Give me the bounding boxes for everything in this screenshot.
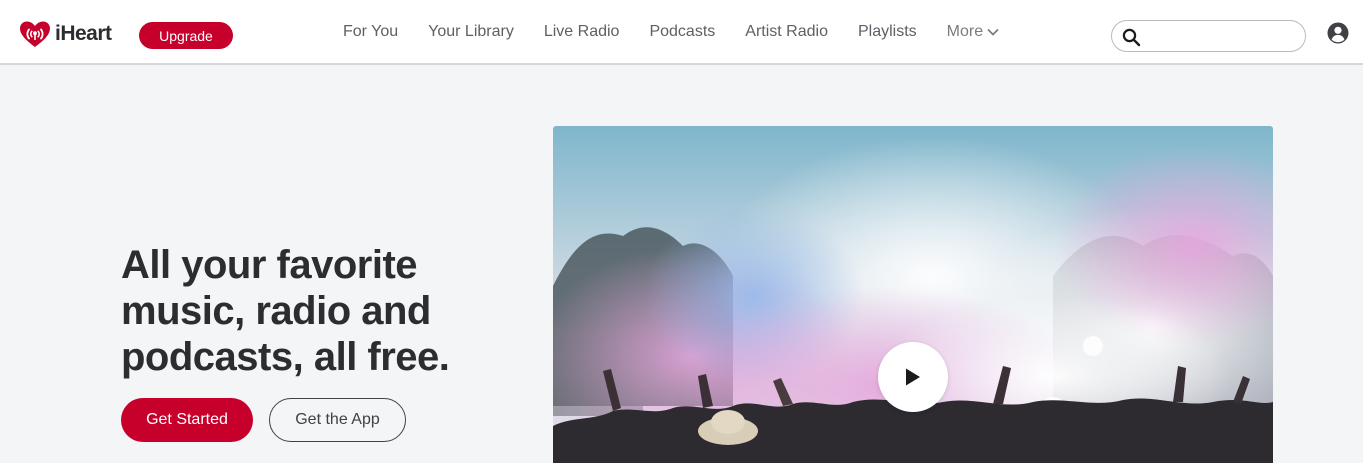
play-icon (906, 368, 920, 386)
nav-more-menu[interactable]: More (947, 20, 999, 44)
hero-video[interactable] (553, 126, 1273, 463)
iheart-logo[interactable]: iHeart (18, 20, 112, 48)
nav-item-for-you[interactable]: For You (343, 20, 398, 44)
search-box[interactable] (1111, 20, 1306, 52)
nav-item-podcasts[interactable]: Podcasts (649, 20, 715, 44)
nav-item-your-library[interactable]: Your Library (428, 20, 514, 44)
nav-item-playlists[interactable]: Playlists (858, 20, 917, 44)
hero-headline: All your favorite music, radio and podca… (121, 243, 450, 379)
get-started-button[interactable]: Get Started (121, 398, 253, 442)
top-header: iHeart Upgrade For You Your Library Live… (0, 0, 1363, 65)
search-input[interactable] (1148, 25, 1298, 47)
brand-name: iHeart (55, 22, 112, 45)
account-icon[interactable] (1327, 22, 1349, 44)
play-button[interactable] (878, 342, 948, 412)
chevron-down-icon (987, 28, 999, 36)
main-nav: For You Your Library Live Radio Podcasts… (343, 20, 999, 44)
get-the-app-button[interactable]: Get the App (269, 398, 406, 442)
search-icon (1122, 28, 1141, 47)
nav-more-label: More (946, 23, 984, 40)
concert-crowd-image (553, 126, 1273, 463)
nav-item-artist-radio[interactable]: Artist Radio (745, 20, 828, 44)
iheart-logo-icon (20, 21, 50, 47)
nav-item-live-radio[interactable]: Live Radio (544, 20, 620, 44)
upgrade-button[interactable]: Upgrade (139, 22, 233, 49)
